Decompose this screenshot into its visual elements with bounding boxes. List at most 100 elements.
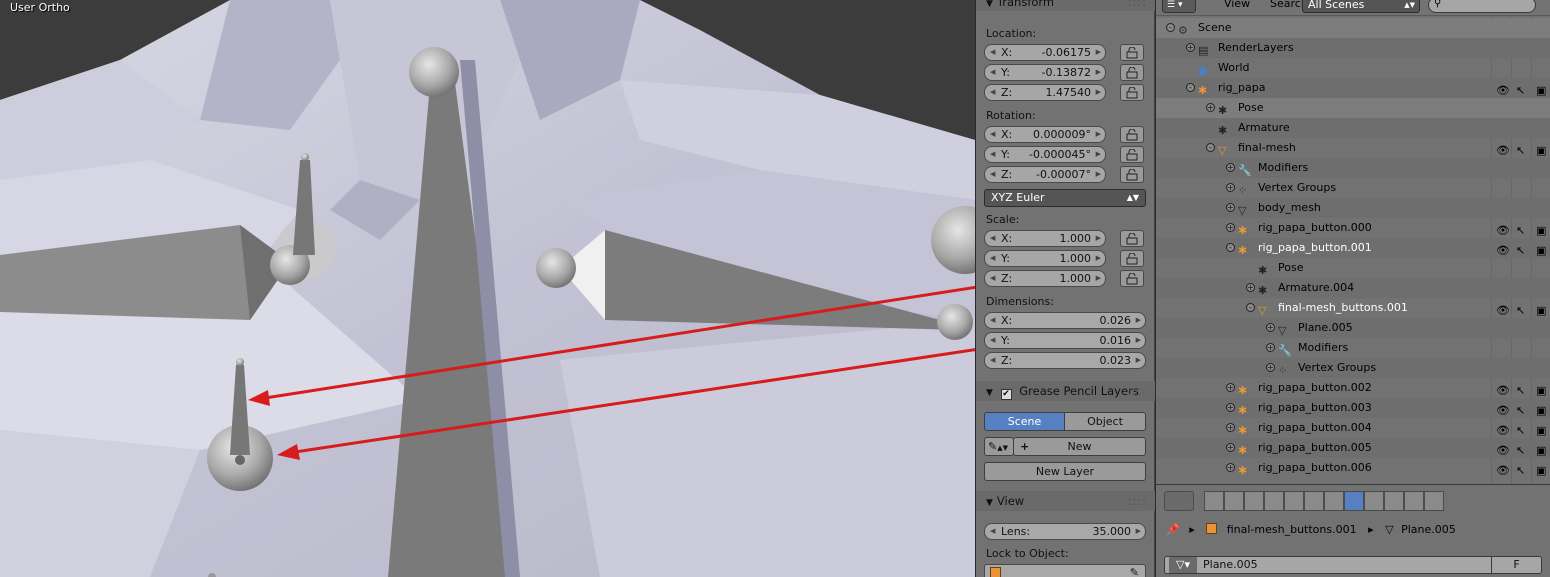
search-input[interactable]: ⚲ bbox=[1428, 0, 1536, 13]
outliner-row[interactable]: + ✱ Armature.004 bbox=[1156, 278, 1550, 298]
lock-icon[interactable] bbox=[1120, 84, 1144, 101]
expand-toggle-icon[interactable]: + bbox=[1226, 163, 1235, 172]
tab-object[interactable]: Object bbox=[1064, 412, 1146, 431]
lock-icon[interactable] bbox=[1120, 44, 1144, 61]
camera-icon[interactable]: ▣ bbox=[1536, 421, 1550, 437]
expand-toggle-icon[interactable]: + bbox=[1226, 183, 1235, 192]
lens-field[interactable]: ◀ Lens: 35.000 ▶ bbox=[984, 523, 1146, 540]
lock-icon[interactable] bbox=[1120, 166, 1144, 183]
eye-icon[interactable]: 👁 bbox=[1496, 221, 1510, 237]
eye-icon[interactable]: 👁 bbox=[1496, 461, 1510, 477]
texture-tab-icon[interactable] bbox=[1384, 491, 1404, 511]
scale-z-field[interactable]: ◀ Z: 1.000 ▶ bbox=[984, 270, 1106, 287]
eye-icon[interactable]: 👁 bbox=[1496, 401, 1510, 417]
rotation-x-field[interactable]: ◀ X: 0.000009° ▶ bbox=[984, 126, 1106, 143]
outliner-row[interactable]: + 🔧 Modifiers bbox=[1156, 338, 1550, 358]
expand-toggle-icon[interactable]: + bbox=[1266, 323, 1275, 332]
mesh-data-tab-icon[interactable] bbox=[1344, 491, 1364, 511]
camera-icon[interactable]: ▣ bbox=[1536, 141, 1550, 157]
dimensions-y-field[interactable]: ◀ Y: 0.016 ▶ bbox=[984, 332, 1146, 349]
menu-view[interactable]: View bbox=[1224, 0, 1250, 10]
outliner-row[interactable]: ✱ Pose bbox=[1156, 258, 1550, 278]
expand-toggle-icon[interactable]: + bbox=[1186, 43, 1195, 52]
cursor-icon[interactable]: ↖ bbox=[1516, 401, 1530, 417]
editor-type-menu[interactable] bbox=[1164, 491, 1194, 511]
pin-icon[interactable]: 📌 bbox=[1166, 523, 1180, 536]
camera-icon[interactable]: ▣ bbox=[1536, 241, 1550, 257]
view-panel-header[interactable]: ▼ View:::: bbox=[976, 491, 1155, 511]
fake-user-button[interactable]: F bbox=[1491, 557, 1541, 573]
outliner-row[interactable]: + ⁘ Vertex Groups bbox=[1156, 358, 1550, 378]
lock-icon[interactable] bbox=[1120, 64, 1144, 81]
eye-icon[interactable]: 👁 bbox=[1496, 441, 1510, 457]
eyedropper-icon[interactable]: ✎ bbox=[1130, 565, 1139, 577]
outliner-row[interactable]: + ✱ rig_papa_button.005 👁 ↖ ▣ bbox=[1156, 438, 1550, 458]
outliner-row[interactable]: + 🔧 Modifiers bbox=[1156, 158, 1550, 178]
cursor-icon[interactable]: ↖ bbox=[1516, 241, 1530, 257]
world-tab-icon[interactable] bbox=[1264, 491, 1284, 511]
camera-icon[interactable]: ▣ bbox=[1536, 401, 1550, 417]
eye-icon[interactable]: 👁 bbox=[1496, 141, 1510, 157]
expand-toggle-icon[interactable]: + bbox=[1226, 403, 1235, 412]
cursor-icon[interactable]: ↖ bbox=[1516, 221, 1530, 237]
lock-icon[interactable] bbox=[1120, 146, 1144, 163]
material-tab-icon[interactable] bbox=[1364, 491, 1384, 511]
location-x-field[interactable]: ◀ X: -0.06175 ▶ bbox=[984, 44, 1106, 61]
location-z-field[interactable]: ◀ Z: 1.47540 ▶ bbox=[984, 84, 1106, 101]
lock-icon[interactable] bbox=[1120, 230, 1144, 247]
outliner-row[interactable]: + ✱ rig_papa_button.002 👁 ↖ ▣ bbox=[1156, 378, 1550, 398]
outliner-row[interactable]: + ▽ Plane.005 bbox=[1156, 318, 1550, 338]
outliner-row[interactable]: + ▤ RenderLayers bbox=[1156, 38, 1550, 58]
camera-icon[interactable]: ▣ bbox=[1536, 301, 1550, 317]
outliner-row[interactable]: ● World bbox=[1156, 58, 1550, 78]
location-y-field[interactable]: ◀ Y: -0.13872 ▶ bbox=[984, 64, 1106, 81]
expand-toggle-icon[interactable]: - bbox=[1186, 83, 1195, 92]
expand-toggle-icon[interactable]: - bbox=[1206, 143, 1215, 152]
tab-scene[interactable]: Scene bbox=[984, 412, 1065, 431]
cursor-icon[interactable]: ↖ bbox=[1516, 421, 1530, 437]
expand-toggle-icon[interactable]: + bbox=[1226, 383, 1235, 392]
grease-new-button[interactable]: + New bbox=[1013, 437, 1146, 456]
expand-toggle-icon[interactable]: - bbox=[1246, 303, 1255, 312]
outliner-row[interactable]: + ✱ rig_papa_button.006 👁 ↖ ▣ bbox=[1156, 458, 1550, 478]
modifiers-tab-icon[interactable] bbox=[1324, 491, 1344, 511]
eye-icon[interactable]: 👁 bbox=[1496, 81, 1510, 97]
constraints-tab-icon[interactable] bbox=[1304, 491, 1324, 511]
eye-icon[interactable]: 👁 bbox=[1496, 241, 1510, 257]
expand-toggle-icon[interactable]: + bbox=[1206, 103, 1215, 112]
rotation-mode-select[interactable]: XYZ Euler ▲▼ bbox=[984, 189, 1146, 207]
expand-toggle-icon[interactable]: + bbox=[1266, 363, 1275, 372]
data-name-field[interactable]: ▽▾ Plane.005 F bbox=[1164, 556, 1542, 574]
render-tab-icon[interactable] bbox=[1204, 491, 1224, 511]
cursor-icon[interactable]: ↖ bbox=[1516, 301, 1530, 317]
scene-tab-icon[interactable] bbox=[1244, 491, 1264, 511]
outliner-row[interactable]: + ✱ rig_papa_button.000 👁 ↖ ▣ bbox=[1156, 218, 1550, 238]
3d-viewport[interactable]: User Ortho bbox=[0, 0, 975, 577]
expand-toggle-icon[interactable]: + bbox=[1226, 443, 1235, 452]
scale-x-field[interactable]: ◀ X: 1.000 ▶ bbox=[984, 230, 1106, 247]
new-layer-button[interactable]: New Layer bbox=[984, 462, 1146, 481]
lock-icon[interactable] bbox=[1120, 126, 1144, 143]
dimensions-x-field[interactable]: ◀ X: 0.026 ▶ bbox=[984, 312, 1146, 329]
lock-icon[interactable] bbox=[1120, 250, 1144, 267]
outliner-row[interactable]: + ⁘ Vertex Groups bbox=[1156, 178, 1550, 198]
outliner-row[interactable]: - ✱ rig_papa 👁 ↖ ▣ bbox=[1156, 78, 1550, 98]
expand-toggle-icon[interactable]: + bbox=[1246, 283, 1255, 292]
outliner-row[interactable]: + ✱ rig_papa_button.004 👁 ↖ ▣ bbox=[1156, 418, 1550, 438]
rotation-z-field[interactable]: ◀ Z: -0.00007° ▶ bbox=[984, 166, 1106, 183]
camera-icon[interactable]: ▣ bbox=[1536, 81, 1550, 97]
expand-toggle-icon[interactable]: + bbox=[1226, 203, 1235, 212]
physics-tab-icon[interactable] bbox=[1424, 491, 1444, 511]
display-mode-select[interactable]: All Scenes ▲▼ bbox=[1302, 0, 1420, 13]
expand-toggle-icon[interactable]: - bbox=[1166, 23, 1175, 32]
cursor-icon[interactable]: ↖ bbox=[1516, 381, 1530, 397]
particles-tab-icon[interactable] bbox=[1404, 491, 1424, 511]
checkbox-icon[interactable]: ✔ bbox=[1000, 389, 1012, 400]
expand-toggle-icon[interactable]: + bbox=[1266, 343, 1275, 352]
expand-toggle-icon[interactable]: + bbox=[1226, 463, 1235, 472]
dimensions-z-field[interactable]: ◀ Z: 0.023 ▶ bbox=[984, 352, 1146, 369]
cursor-icon[interactable]: ↖ bbox=[1516, 441, 1530, 457]
cursor-icon[interactable]: ↖ bbox=[1516, 81, 1530, 97]
renderlayers-tab-icon[interactable] bbox=[1224, 491, 1244, 511]
editor-type-menu[interactable]: ☰ ▾ bbox=[1162, 0, 1196, 13]
